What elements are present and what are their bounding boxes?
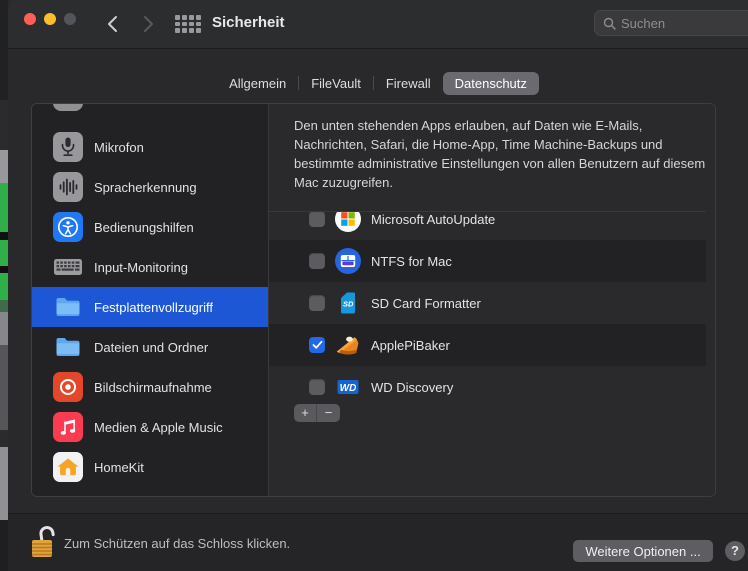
microsoft-icon <box>335 211 361 232</box>
sidebar-item-label: Mikrofon <box>94 140 144 155</box>
tab-filevault[interactable]: FileVault <box>299 72 373 95</box>
app-row-sd-card-formatter[interactable]: SD SD Card Formatter <box>269 282 706 324</box>
sidebar-item-label: Input-Monitoring <box>94 260 188 275</box>
sidebar-item-dateien-und-ordner[interactable]: Dateien und Ordner <box>32 327 268 367</box>
app-checkbox[interactable] <box>309 253 325 269</box>
folder-icon <box>53 332 83 362</box>
more-options-button[interactable]: Weitere Optionen ... <box>573 540 713 562</box>
app-name: ApplePiBaker <box>371 338 450 353</box>
search-placeholder: Suchen <box>621 16 665 31</box>
app-name: SD Card Formatter <box>371 296 481 311</box>
sidebar-item-label: Bildschirmaufnahme <box>94 380 212 395</box>
privacy-category-list: Mikrofon Spracherkennung Bedienungshilfe… <box>32 104 268 496</box>
sidebar-item-medien-apple-music[interactable]: Medien & Apple Music <box>32 407 268 447</box>
sidebar-item-festplattenvollzugriff[interactable]: Festplattenvollzugriff <box>32 287 268 327</box>
sidebar-item-label: Spracherkennung <box>94 180 197 195</box>
svg-text:WD: WD <box>340 383 357 394</box>
close-window-button[interactable] <box>24 13 36 25</box>
tab-bar: Allgemein FileVault Firewall Datenschutz <box>8 70 748 96</box>
sidebar-item-label: Festplattenvollzugriff <box>94 300 213 315</box>
unlocked-padlock-icon[interactable] <box>30 522 56 562</box>
keyboard-icon <box>53 252 83 282</box>
microphone-icon <box>53 132 83 162</box>
music-icon <box>53 412 83 442</box>
footer-bar: Zum Schützen auf das Schloss klicken. We… <box>8 513 748 571</box>
app-checkbox[interactable] <box>309 337 325 353</box>
forward-button[interactable] <box>136 12 160 36</box>
folder-icon <box>53 292 83 322</box>
tab-firewall[interactable]: Firewall <box>374 72 443 95</box>
tab-datenschutz[interactable]: Datenschutz <box>443 72 539 95</box>
search-icon <box>603 17 616 30</box>
accessibility-icon <box>53 212 83 242</box>
pie-icon <box>335 332 361 358</box>
sidebar-item-label: Medien & Apple Music <box>94 420 223 435</box>
app-name: NTFS for Mac <box>371 254 452 269</box>
app-checkbox[interactable] <box>309 295 325 311</box>
sidebar-item-mikrofon[interactable]: Mikrofon <box>32 127 268 167</box>
speech-recognition-icon <box>53 172 83 202</box>
add-remove-control: + − <box>294 404 340 422</box>
app-name: Microsoft AutoUpdate <box>371 212 495 227</box>
screen-recording-icon <box>53 372 83 402</box>
privacy-panel: Mikrofon Spracherkennung Bedienungshilfe… <box>31 103 716 497</box>
wd-icon: WD <box>335 374 361 400</box>
app-checkbox[interactable] <box>309 211 325 227</box>
home-icon <box>53 452 83 482</box>
minimize-window-button[interactable] <box>44 13 56 25</box>
sd-card-icon: SD <box>335 290 361 316</box>
remove-app-button[interactable]: − <box>317 404 340 422</box>
sidebar-item-label: Bedienungshilfen <box>94 220 194 235</box>
show-all-grid-icon[interactable] <box>175 15 201 33</box>
app-row-microsoft-autoupdate[interactable]: Microsoft AutoUpdate <box>269 211 706 240</box>
ntfs-icon <box>335 248 361 274</box>
app-row-ntfs-for-mac[interactable]: NTFS for Mac <box>269 240 706 282</box>
back-button[interactable] <box>100 12 124 36</box>
window-controls <box>24 13 76 25</box>
privacy-description: Den unten stehenden Apps erlauben, auf D… <box>294 116 716 192</box>
desktop-background-strip <box>0 0 8 571</box>
zoom-window-button[interactable] <box>64 13 76 25</box>
sidebar-item-spracherkennung[interactable]: Spracherkennung <box>32 167 268 207</box>
app-checkbox[interactable] <box>309 379 325 395</box>
search-field[interactable]: Suchen <box>594 10 748 36</box>
tab-allgemein[interactable]: Allgemein <box>217 72 298 95</box>
camera-icon-partial <box>53 103 83 111</box>
lock-hint-text: Zum Schützen auf das Schloss klicken. <box>64 536 290 551</box>
add-app-button[interactable]: + <box>294 404 317 422</box>
sidebar-item-input-monitoring[interactable]: Input-Monitoring <box>32 247 268 287</box>
app-permission-list: Microsoft AutoUpdate NTFS for Mac SD SD … <box>269 211 706 403</box>
app-row-wd-discovery[interactable]: WD WD Discovery <box>269 366 706 403</box>
window-title: Sicherheit <box>212 14 285 31</box>
app-row-applepibaker[interactable]: ApplePiBaker <box>269 324 706 366</box>
titlebar: Sicherheit Suchen <box>8 0 748 49</box>
privacy-detail-pane: Den unten stehenden Apps erlauben, auf D… <box>269 104 716 496</box>
app-name: WD Discovery <box>371 380 453 395</box>
svg-text:SD: SD <box>343 299 354 308</box>
help-button[interactable]: ? <box>725 541 745 561</box>
sidebar-item-bildschirmaufnahme[interactable]: Bildschirmaufnahme <box>32 367 268 407</box>
sidebar-item-bedienungshilfen[interactable]: Bedienungshilfen <box>32 207 268 247</box>
sidebar-item-label: HomeKit <box>94 460 144 475</box>
sidebar-item-label: Dateien und Ordner <box>94 340 208 355</box>
sidebar-item-homekit[interactable]: HomeKit <box>32 447 268 487</box>
system-preferences-window: Sicherheit Suchen Allgemein FileVault Fi… <box>8 0 748 571</box>
